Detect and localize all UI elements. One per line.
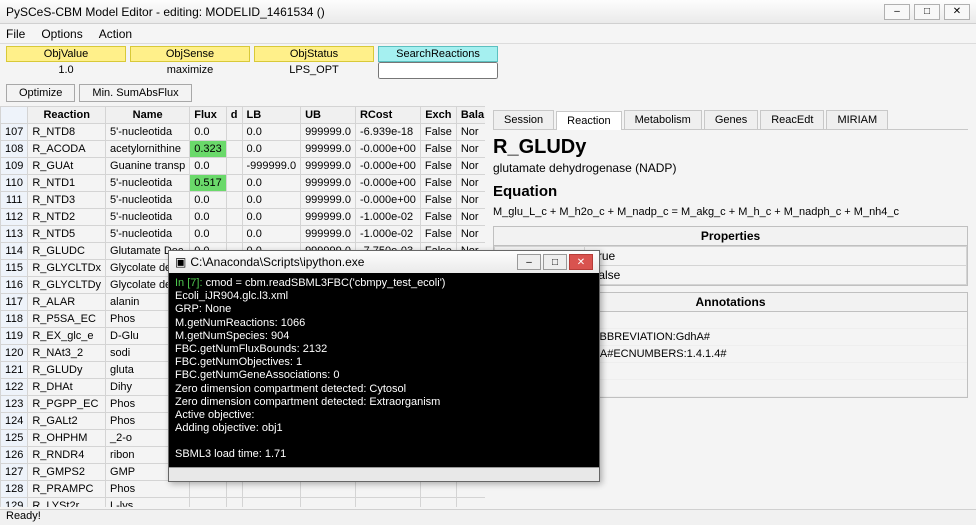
console-window[interactable]: ▣ C:\Anaconda\Scripts\ipython.exe – □ ✕ … [168,250,600,482]
table-row[interactable]: 109R_GUAtGuanine transp0.0-999999.099999… [1,158,486,175]
col-name[interactable]: Name [106,107,190,124]
table-row[interactable]: 128R_PRAMPCPhos [1,481,486,498]
toolbar: ObjValue 1.0 ObjSense maximize ObjStatus… [0,44,976,84]
table-row[interactable]: 110R_NTD15'-nucleotida0.5170.0999999.0-0… [1,175,486,192]
tab-miriam[interactable]: MIRIAM [826,110,888,129]
equation-text: M_glu_L_c + M_h2o_c + M_nadp_c = M_akg_c… [493,206,968,218]
table-row[interactable]: 113R_NTD55'-nucleotida0.00.0999999.0-1.0… [1,226,486,243]
objstatus-value: LPS_OPT [289,62,339,78]
console-body[interactable]: In [7]: cmod = cbm.readSBML3FBC('cbmpy_t… [169,273,599,467]
reaction-id-title: R_GLUDy [493,136,968,159]
col-rcost[interactable]: RCost [355,107,420,124]
console-close-button[interactable]: ✕ [569,254,593,270]
minsumabsflux-button[interactable]: Min. SumAbsFlux [79,84,191,102]
menu-file[interactable]: File [6,27,25,41]
console-titlebar[interactable]: ▣ C:\Anaconda\Scripts\ipython.exe – □ ✕ [169,251,599,273]
objvalue-header: ObjValue [6,46,126,62]
window-title: PySCeS-CBM Model Editor - editing: MODEL… [6,5,325,19]
console-icon: ▣ [175,255,186,269]
status-text: Ready! [6,510,41,522]
console-scrollbar[interactable] [169,467,599,481]
tab-genes[interactable]: Genes [704,110,758,129]
tab-metabolism[interactable]: Metabolism [624,110,702,129]
col-flux[interactable]: Flux [190,107,227,124]
maximize-button[interactable]: □ [914,4,940,20]
objvalue-value: 1.0 [58,62,73,78]
col-d[interactable]: d [226,107,242,124]
statusbar: Ready! [0,509,976,525]
objstatus-header: ObjStatus [254,46,374,62]
col-reaction[interactable]: Reaction [28,107,106,124]
exchange-value: False [585,266,967,285]
menubar: File Options Action [0,24,976,44]
col-exch[interactable]: Exch [420,107,456,124]
objsense-header: ObjSense [130,46,250,62]
titlebar: PySCeS-CBM Model Editor - editing: MODEL… [0,0,976,24]
table-row[interactable]: 107R_NTD85'-nucleotida0.00.0999999.0-6.9… [1,124,486,141]
optimize-button[interactable]: Optimize [6,84,75,102]
table-row[interactable]: 129R_LYSt2rL-lys [1,498,486,508]
col-ub[interactable]: UB [301,107,356,124]
table-row[interactable]: 108R_ACODAacetylornithine0.3230.0999999.… [1,141,486,158]
menu-action[interactable]: Action [99,27,132,41]
objsense-value: maximize [167,62,213,78]
col-lb[interactable]: LB [242,107,301,124]
tab-session[interactable]: Session [493,110,554,129]
equation-header: Equation [493,183,968,200]
minimize-button[interactable]: – [884,4,910,20]
reversible-value: True [585,247,967,266]
reaction-subtitle: glutamate dehydrogenase (NADP) [493,161,968,175]
console-minimize-button[interactable]: – [517,254,541,270]
table-row[interactable]: 111R_NTD35'-nucleotida0.00.0999999.0-0.0… [1,192,486,209]
search-input[interactable] [378,62,498,79]
properties-header: Properties [494,227,967,246]
col-bala[interactable]: Bala [456,107,485,124]
console-title-text: C:\Anaconda\Scripts\ipython.exe [190,255,364,269]
table-row[interactable]: 112R_NTD25'-nucleotida0.00.0999999.0-1.0… [1,209,486,226]
close-button[interactable]: ✕ [944,4,970,20]
tab-reacedt[interactable]: ReacEdt [760,110,824,129]
tab-bar: Session Reaction Metabolism Genes ReacEd… [493,110,968,130]
console-maximize-button[interactable]: □ [543,254,567,270]
search-header: SearchReactions [378,46,498,62]
tab-reaction[interactable]: Reaction [556,111,621,130]
menu-options[interactable]: Options [41,27,82,41]
